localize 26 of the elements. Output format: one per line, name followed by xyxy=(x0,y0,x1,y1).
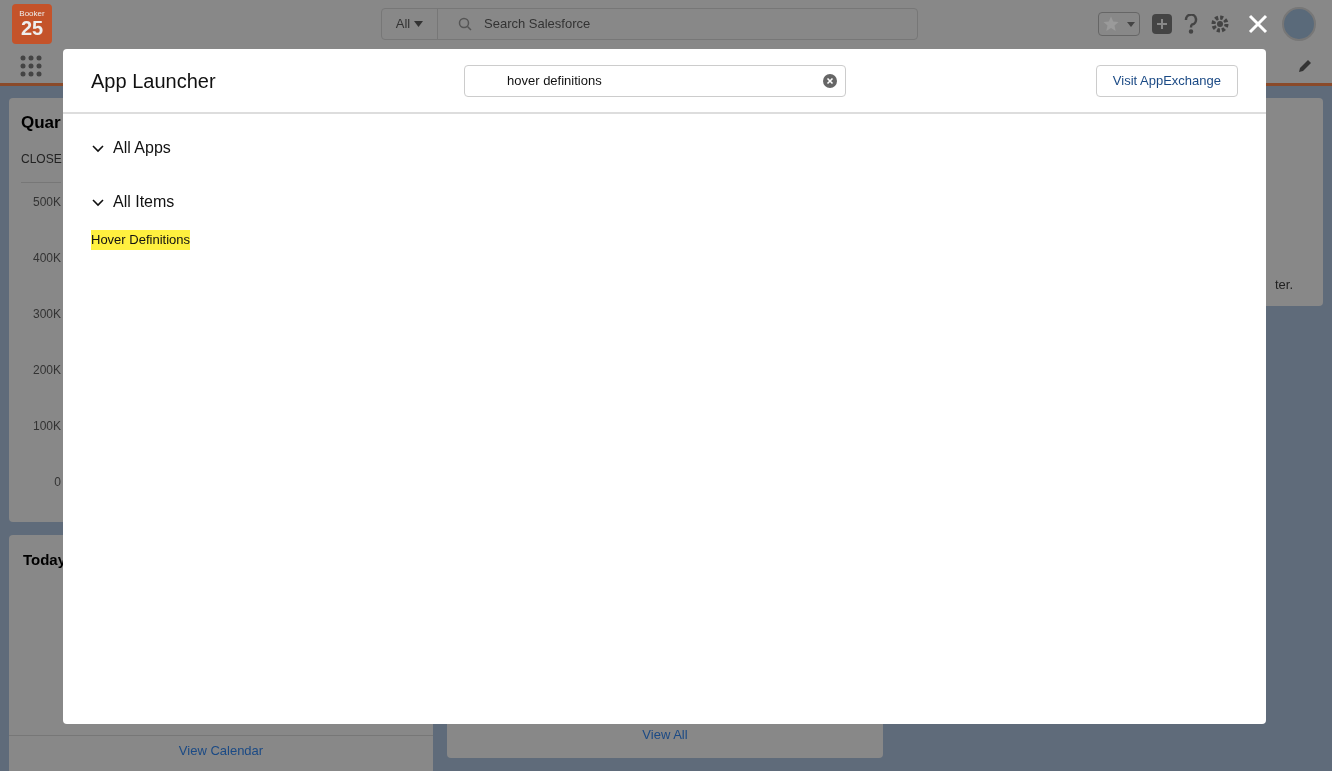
modal-title: App Launcher xyxy=(91,68,217,94)
close-button[interactable] xyxy=(1246,12,1270,36)
settings-icon[interactable] xyxy=(1210,14,1230,34)
axis-label: 200K xyxy=(32,361,61,379)
app-search-field[interactable]: hover definitions xyxy=(464,64,846,97)
add-icon[interactable] xyxy=(1152,14,1172,34)
caret-icon xyxy=(1127,21,1135,27)
section-toggle[interactable]: All Apps xyxy=(91,136,1238,160)
visit-appexchange-button[interactable]: Visit AppExchange xyxy=(1095,64,1238,97)
section-toggle[interactable]: All Items xyxy=(91,190,1238,214)
axis-label: 300K xyxy=(32,305,61,323)
axis-label: 100K xyxy=(32,417,61,435)
logo-number: 25 xyxy=(20,18,44,38)
logo-label: Booker xyxy=(19,10,45,18)
pencil-icon[interactable] xyxy=(1298,58,1312,73)
card-subtitle: CLOSE xyxy=(21,150,63,168)
favorites-button[interactable] xyxy=(1098,12,1140,36)
card-text: ter. xyxy=(1274,275,1293,294)
app-launcher-icon[interactable] xyxy=(20,54,42,77)
result-link[interactable]: Hover Definitions xyxy=(91,230,190,250)
axis-label: 400K xyxy=(32,249,61,267)
help-icon[interactable] xyxy=(1184,14,1198,34)
clear-icon[interactable] xyxy=(823,73,837,88)
axis-label: 0 xyxy=(54,473,61,491)
axis-label: 500K xyxy=(32,193,61,211)
card-title: Quar xyxy=(21,112,62,134)
